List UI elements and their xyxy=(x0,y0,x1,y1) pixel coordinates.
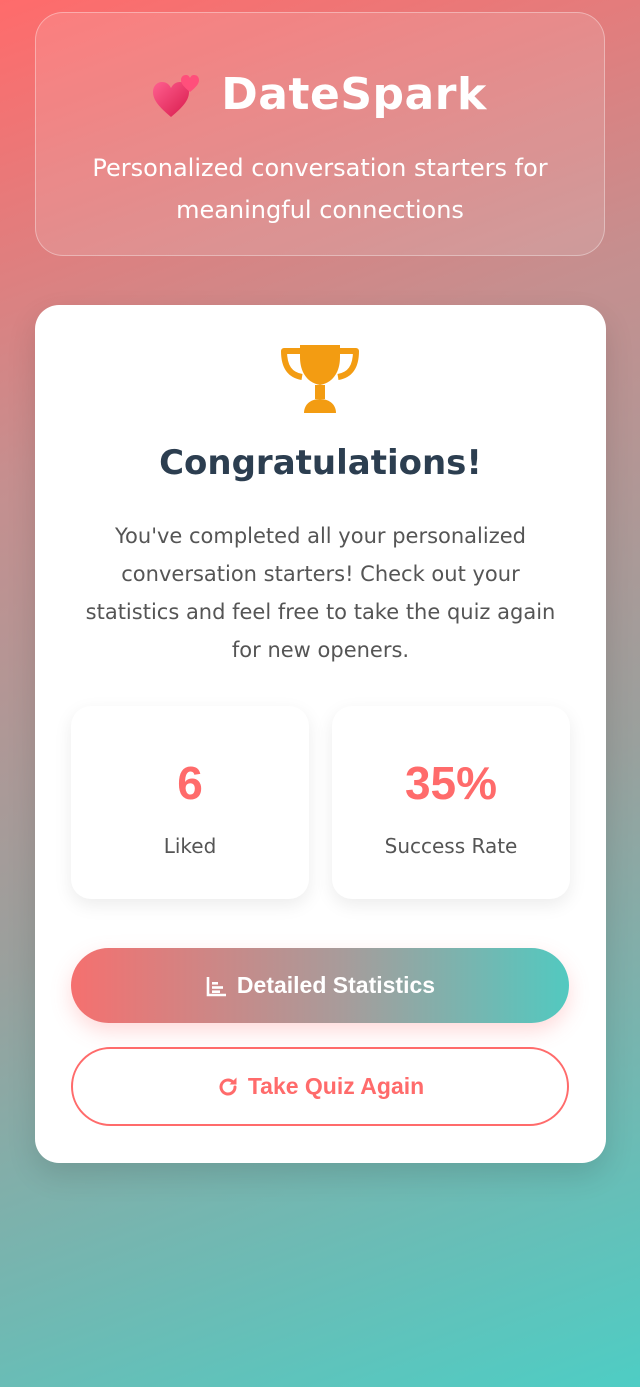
two-hearts-icon xyxy=(153,75,200,117)
brand-row: DateSpark xyxy=(36,71,604,119)
take-quiz-again-label: Take Quiz Again xyxy=(247,1073,425,1099)
bar-chart-icon xyxy=(206,976,226,996)
congrats-message: You've completed all your personalized c… xyxy=(85,524,556,662)
stat-liked-label: Liked xyxy=(163,834,217,858)
stat-success-rate-value: 35% xyxy=(404,757,498,809)
stat-success-rate: 35% Success Rate xyxy=(332,706,570,899)
stat-liked: 6 Liked xyxy=(71,706,309,899)
congrats-title: Congratulations! xyxy=(159,443,482,483)
trophy-icon xyxy=(281,345,359,413)
stat-liked-value: 6 xyxy=(177,757,203,809)
detailed-statistics-button[interactable]: Detailed Statistics xyxy=(71,948,569,1023)
stat-success-rate-label: Success Rate xyxy=(384,834,518,858)
redo-icon xyxy=(219,1077,237,1095)
take-quiz-again-button[interactable]: Take Quiz Again xyxy=(71,1047,569,1126)
app-tagline: Personalized conversation starters for m… xyxy=(92,154,548,224)
results-card: Congratulations! You've completed all yo… xyxy=(35,305,606,1163)
detailed-statistics-label: Detailed Statistics xyxy=(236,972,436,998)
app-title: DateSpark xyxy=(221,69,487,120)
app-header: DateSpark Personalized conversation star… xyxy=(35,12,605,256)
